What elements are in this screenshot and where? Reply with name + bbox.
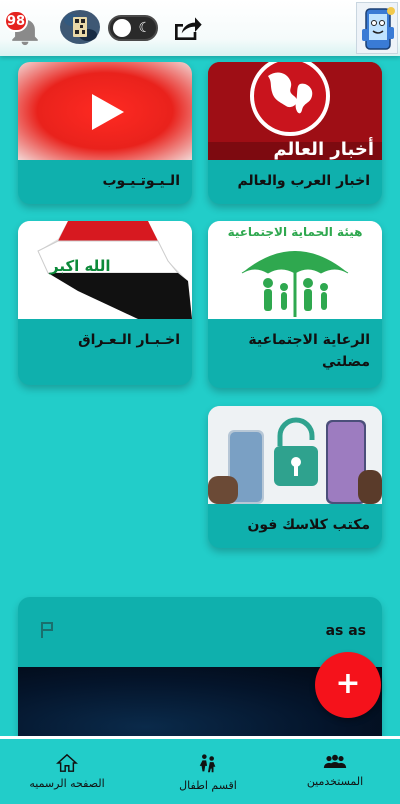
bottom-navigation: الصفحه الرسميه اقسم اطفال المستخدمين	[0, 736, 400, 804]
social-care-thumb-text: هيئة الحماية الاجتماعية	[227, 225, 363, 239]
report-flag-icon[interactable]	[40, 621, 56, 639]
card-social-care[interactable]: هيئة الحماية الاجتماعية الرعاية الاجتماع…	[208, 221, 382, 388]
card-label: الـيـوتـيـوب	[102, 173, 180, 189]
card-classic-phone[interactable]: مكتب كلاسك فون	[208, 406, 382, 548]
card-label: الرعاية الاجتماعية مضلتي	[248, 332, 370, 370]
moon-icon: ☾	[138, 20, 151, 36]
dark-mode-toggle[interactable]: ☾	[108, 15, 158, 41]
kids-icon	[199, 754, 216, 773]
card-label: مكتب كلاسك فون	[247, 517, 370, 533]
nav-label: الصفحه الرسميه	[29, 777, 105, 790]
notification-badge: 98	[4, 10, 28, 32]
nav-label: اقسم اطفال	[179, 779, 237, 792]
iraq-news-thumb-text: الله اكبر	[50, 257, 111, 275]
nav-item-users[interactable]: المستخدمين	[270, 753, 400, 788]
classic-phone-thumbnail	[208, 406, 382, 504]
iraq-news-thumbnail: الله اكبر	[18, 221, 192, 319]
play-icon	[92, 94, 124, 130]
users-icon	[323, 754, 347, 768]
top-app-bar: 98 ☾	[0, 0, 400, 56]
avatar[interactable]	[356, 2, 398, 54]
post-author: as as	[325, 623, 366, 639]
arab-news-thumbnail: أخبار العالم	[208, 62, 382, 160]
share-icon	[175, 17, 202, 40]
card-youtube[interactable]: الـيـوتـيـوب	[18, 62, 192, 204]
toggle-knob	[113, 19, 131, 37]
card-iraq-news[interactable]: الله اكبر اخـبـار الـعـراق	[18, 221, 192, 385]
notifications-button[interactable]: 98	[4, 6, 44, 50]
share-button[interactable]	[170, 12, 204, 48]
home-icon	[56, 753, 78, 772]
card-label: اخـبـار الـعـراق	[78, 332, 180, 348]
nav-item-official-page[interactable]: الصفحه الرسميه	[2, 753, 132, 790]
add-post-button[interactable]: +	[315, 652, 381, 718]
card-label: اخبار العرب والعالم	[237, 173, 370, 189]
youtube-thumbnail	[18, 62, 192, 160]
nav-label: المستخدمين	[306, 775, 364, 788]
social-care-thumbnail: هيئة الحماية الاجتماعية	[208, 221, 382, 319]
arab-news-thumb-text: أخبار العالم	[273, 139, 374, 160]
qr-code-icon[interactable]	[58, 8, 102, 46]
card-arab-world-news[interactable]: أخبار العالم اخبار العرب والعالم	[208, 62, 382, 204]
nav-item-kids-section[interactable]: اقسم اطفال	[143, 753, 273, 792]
